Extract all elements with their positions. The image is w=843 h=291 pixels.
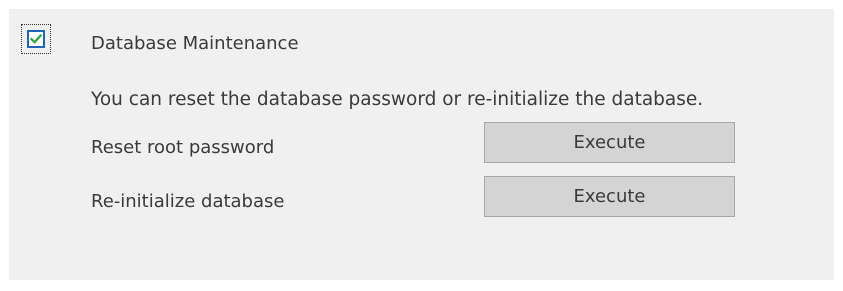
reset-root-password-label: Reset root password	[91, 137, 275, 158]
database-maintenance-checkbox-focus[interactable]	[21, 24, 51, 54]
reset-root-password-execute-button[interactable]: Execute	[484, 122, 735, 163]
database-maintenance-checkbox[interactable]	[27, 30, 45, 48]
section-description: You can reset the database password or r…	[91, 89, 704, 110]
database-maintenance-panel: Database Maintenance You can reset the d…	[9, 9, 834, 280]
checkmark-icon	[30, 34, 42, 44]
section-title: Database Maintenance	[91, 33, 299, 54]
reinitialize-database-execute-button[interactable]: Execute	[484, 176, 735, 217]
reinitialize-database-label: Re-initialize database	[91, 191, 285, 212]
